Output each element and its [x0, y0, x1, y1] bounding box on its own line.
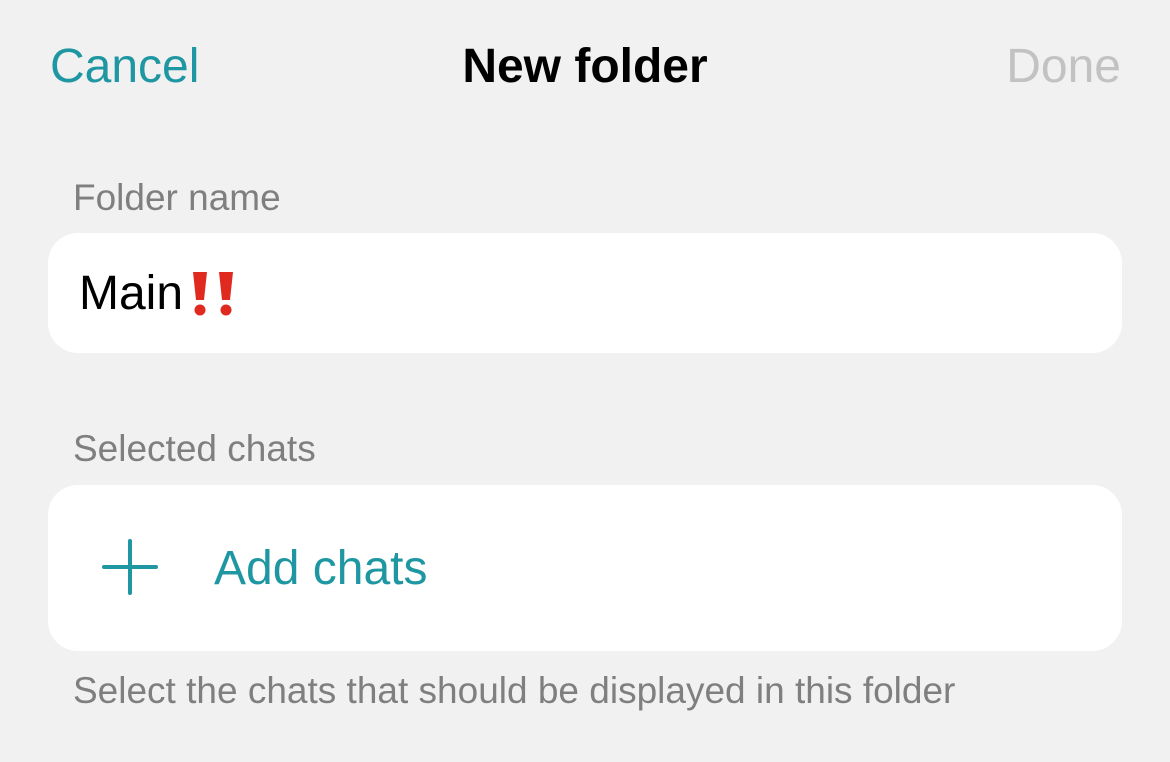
cancel-button[interactable]: Cancel — [50, 38, 199, 96]
done-button[interactable]: Done — [1006, 38, 1121, 96]
folder-name-card: Main — [48, 233, 1122, 353]
selected-chats-hint: Select the chats that should be displaye… — [73, 670, 956, 711]
plus-icon — [102, 539, 158, 595]
selected-chats-section-label: Selected chats — [73, 428, 316, 469]
add-chats-button[interactable]: Add chats — [48, 485, 1122, 651]
navigation-bar: Cancel New folder Done — [0, 0, 1170, 130]
folder-name-section-label: Folder name — [73, 177, 281, 218]
double-exclamation-icon — [189, 268, 241, 318]
folder-name-value: Main — [79, 266, 184, 320]
folder-name-input[interactable]: Main — [79, 233, 241, 353]
add-chats-label: Add chats — [214, 541, 428, 595]
